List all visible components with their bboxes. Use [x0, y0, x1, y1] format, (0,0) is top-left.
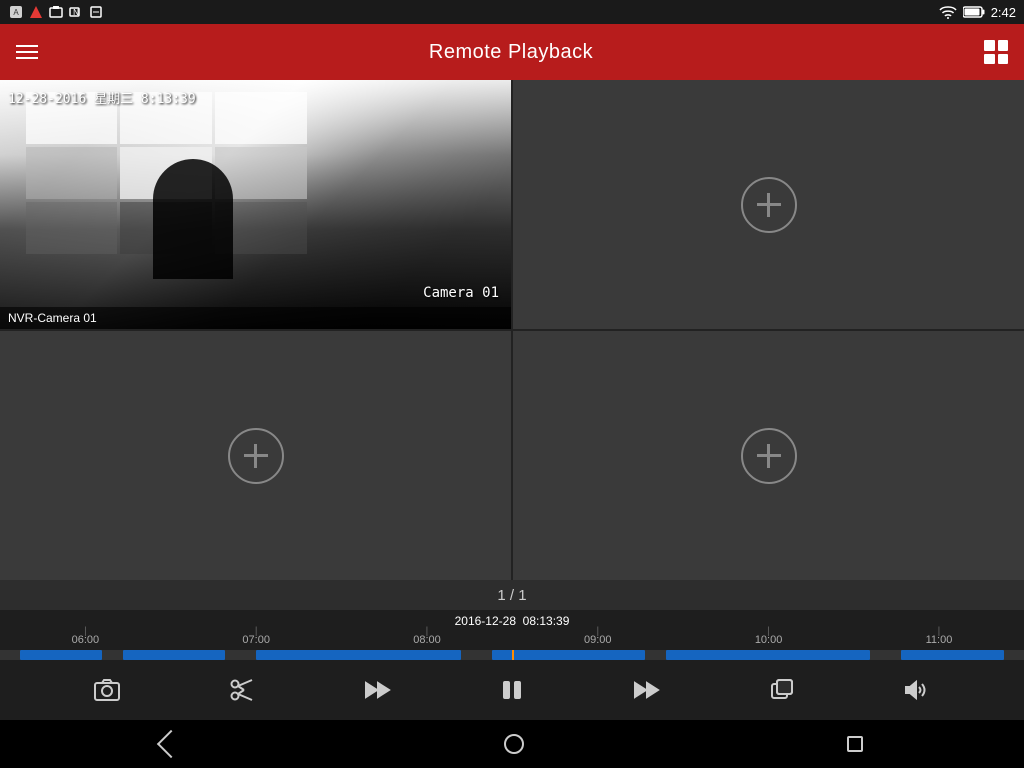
fastforward-button[interactable] — [625, 668, 669, 712]
app-icon-5 — [88, 4, 104, 20]
app-icon-4: N — [68, 4, 84, 20]
layout-grid-button[interactable] — [984, 40, 1008, 64]
timeline-ticks: 06:00 07:00 08:00 09:00 10:00 11:00 — [0, 634, 1024, 646]
video-cell-2[interactable] — [513, 80, 1024, 329]
camera-timestamp: 12-28-2016 星期三 8:13:39 — [8, 88, 196, 107]
timeline-segment-4 — [492, 650, 646, 660]
fastforward-icon — [633, 676, 661, 704]
add-channel-3-button[interactable] — [228, 428, 284, 484]
channel-button[interactable] — [760, 668, 804, 712]
recent-button[interactable] — [847, 736, 863, 752]
tick-1000: 10:00 — [755, 634, 783, 646]
rewind-icon — [363, 676, 391, 704]
menu-button[interactable] — [16, 45, 38, 59]
controls-bar — [0, 660, 1024, 720]
timeline-datetime: 2016-12-28 08:13:39 — [455, 614, 570, 628]
app-icon-2 — [28, 4, 44, 20]
clip-button[interactable] — [220, 668, 264, 712]
timeline-segment-5 — [666, 650, 871, 660]
pause-icon — [498, 676, 526, 704]
wifi-icon — [939, 5, 957, 19]
timeline-segment-3 — [256, 650, 461, 660]
video-cell-4[interactable] — [513, 331, 1024, 580]
camera-label: Camera 01 — [423, 285, 499, 301]
app-icon-3 — [48, 4, 64, 20]
scissors-icon — [228, 676, 256, 704]
timeline-cursor — [512, 650, 514, 660]
timeline-segment-2 — [123, 650, 225, 660]
status-icons-left: A N — [8, 4, 104, 20]
video-cell-1[interactable]: 12-28-2016 星期三 8:13:39 Camera 01 NVR-Cam… — [0, 80, 511, 329]
svg-text:N: N — [73, 8, 79, 17]
app-bar: Remote Playback — [0, 24, 1024, 80]
rewind-button[interactable] — [355, 668, 399, 712]
pause-button[interactable] — [490, 668, 534, 712]
timeline-segment-1 — [20, 650, 102, 660]
svg-text:A: A — [13, 8, 19, 17]
home-button[interactable] — [504, 734, 524, 754]
page-indicator: 1 / 1 — [497, 587, 526, 604]
tick-0900: 09:00 — [584, 634, 612, 646]
battery-icon — [963, 6, 985, 18]
video-cell-3[interactable] — [0, 331, 511, 580]
screenshot-button[interactable] — [85, 668, 129, 712]
volume-button[interactable] — [894, 668, 938, 712]
status-time: 2:42 — [991, 5, 1016, 20]
timeline-track[interactable] — [0, 650, 1024, 660]
tick-0600: 06:00 — [72, 634, 100, 646]
add-channel-4-button[interactable] — [741, 428, 797, 484]
person-silhouette — [153, 159, 233, 279]
app-icon-1: A — [8, 4, 24, 20]
timeline-bar[interactable]: 2016-12-28 08:13:39 06:00 07:00 08:00 09… — [0, 610, 1024, 660]
back-button[interactable] — [161, 734, 181, 754]
app-title: Remote Playback — [429, 41, 593, 64]
timeline-segment-6 — [901, 650, 1003, 660]
tick-0800: 08:00 — [413, 634, 441, 646]
tick-0700: 07:00 — [242, 634, 270, 646]
channel-icon — [768, 676, 796, 704]
camera-name-bar: NVR-Camera 01 — [0, 307, 511, 329]
page-indicator-bar: 1 / 1 — [0, 580, 1024, 610]
video-grid: 12-28-2016 星期三 8:13:39 Camera 01 NVR-Cam… — [0, 80, 1024, 580]
nav-bar — [0, 720, 1024, 768]
add-channel-2-button[interactable] — [741, 177, 797, 233]
camera-icon — [93, 676, 121, 704]
tick-1100: 11:00 — [926, 634, 953, 646]
status-bar: A N 2:42 — [0, 0, 1024, 24]
volume-icon — [902, 676, 930, 704]
status-icons-right: 2:42 — [939, 5, 1016, 20]
